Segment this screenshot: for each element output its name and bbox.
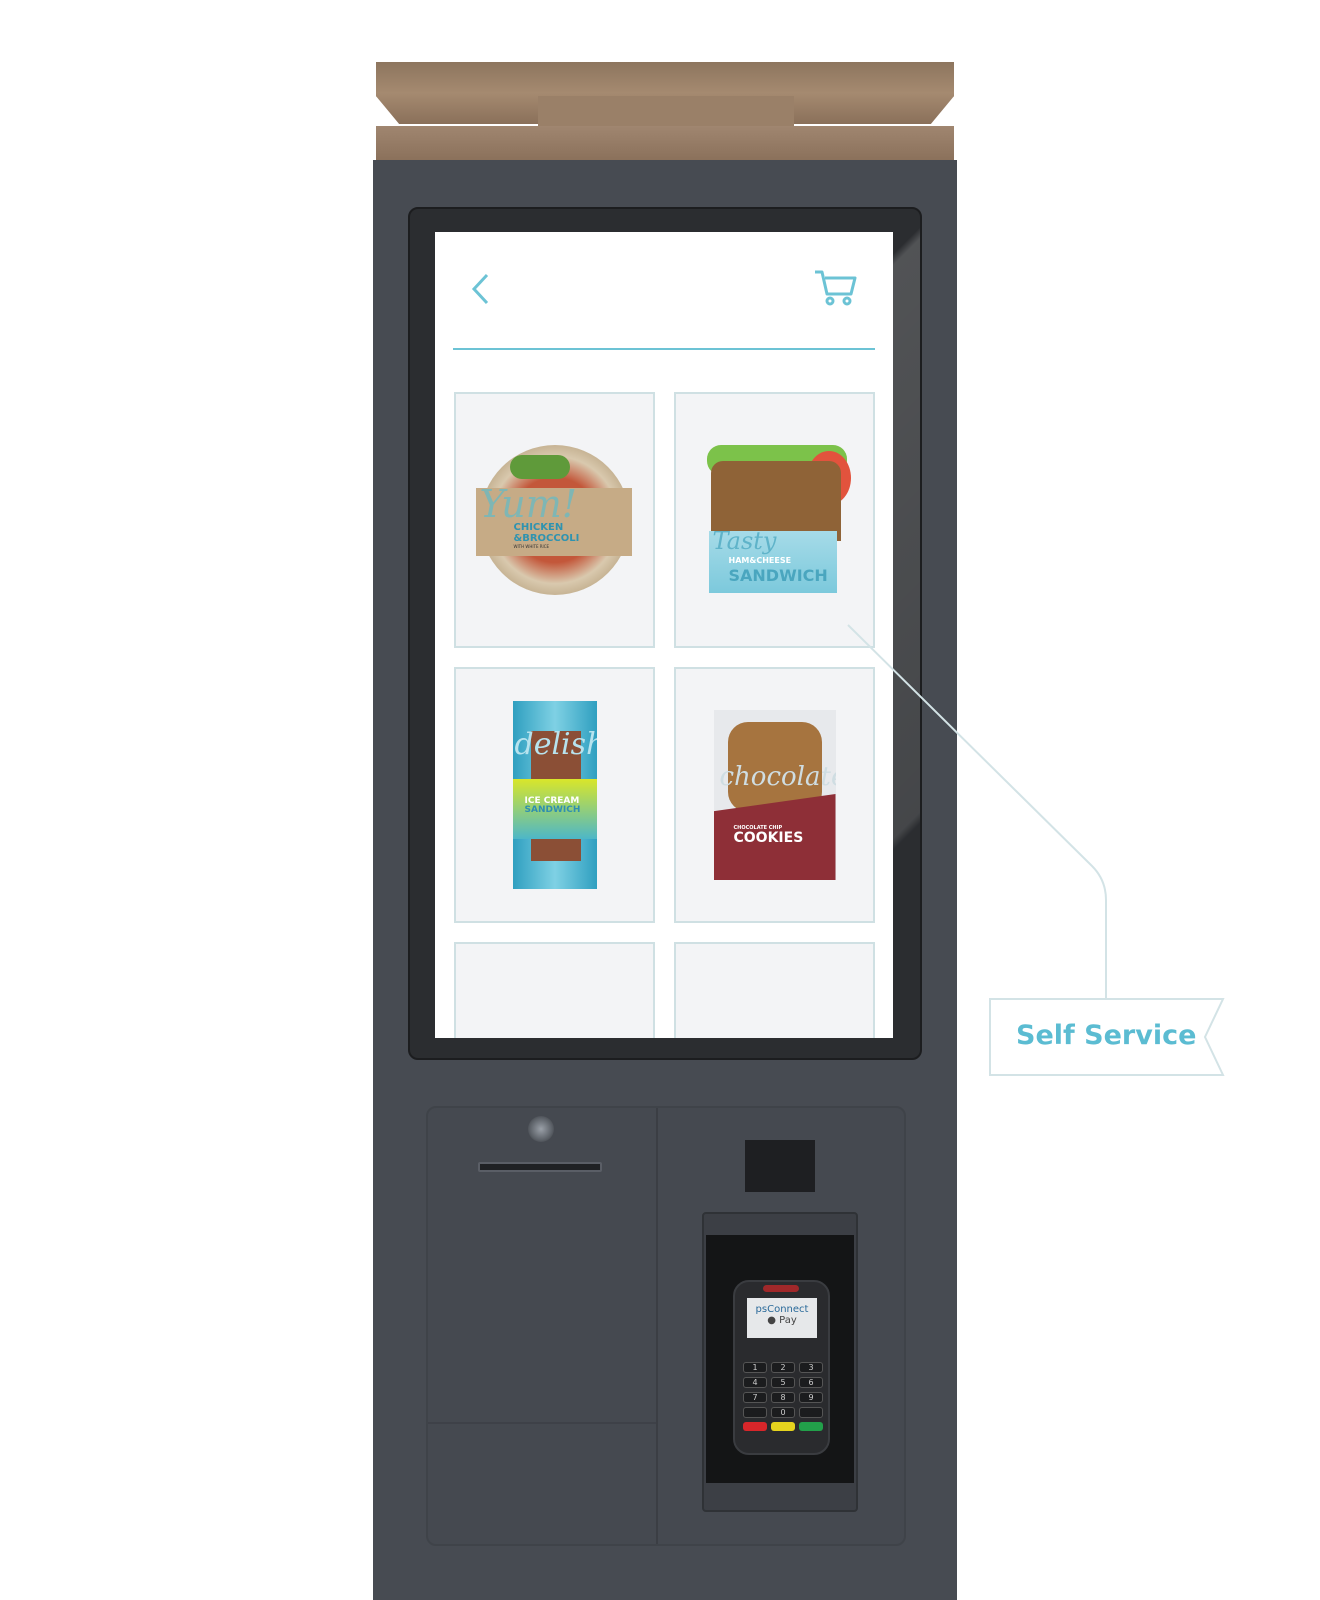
self-service-callout: Self Service: [989, 998, 1225, 1076]
callout-leader-line: [847, 624, 1107, 998]
callout-label: Self Service: [1016, 1020, 1197, 1051]
